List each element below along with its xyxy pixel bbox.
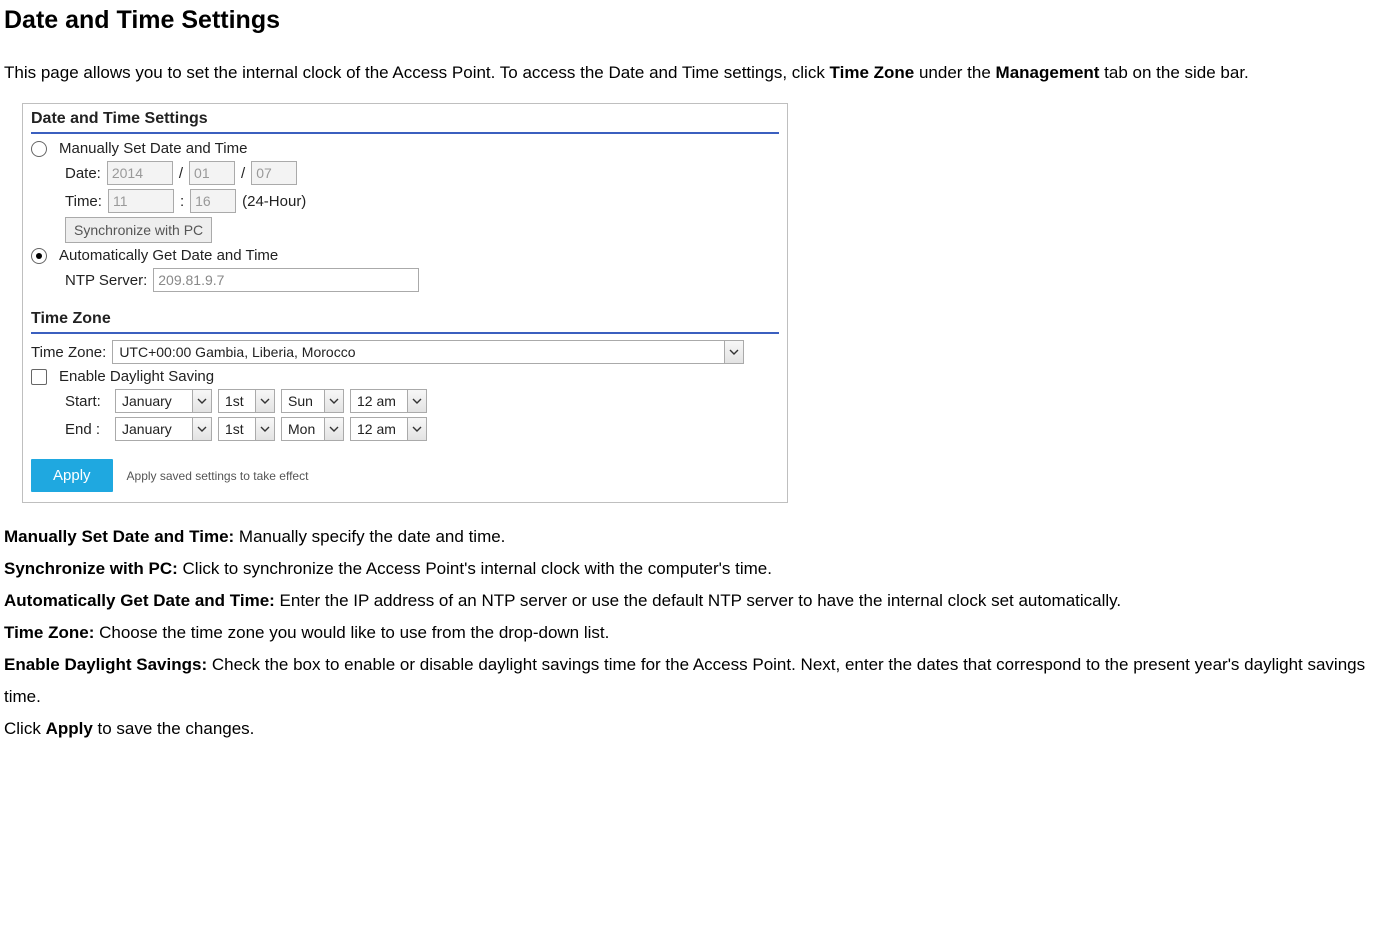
apply-button[interactable]: Apply (31, 459, 113, 492)
dst-start-hour-value: 12 am (351, 393, 407, 409)
auto-mode-row[interactable]: Automatically Get Date and Time (31, 247, 779, 264)
time-min-field[interactable] (190, 189, 236, 213)
chevron-down-icon (407, 418, 426, 440)
hour-note: (24-Hour) (242, 193, 306, 210)
chevron-down-icon (255, 390, 274, 412)
separator: / (241, 165, 245, 182)
intro-paragraph: This page allows you to set the internal… (4, 57, 1394, 89)
dst-end-hour-value: 12 am (351, 421, 407, 437)
sync-with-pc-button[interactable]: Synchronize with PC (65, 217, 212, 243)
chevron-down-icon (192, 418, 211, 440)
ntp-label: NTP Server: (65, 272, 147, 289)
dst-end-day-select[interactable]: 1st (218, 417, 275, 441)
desc-apply-term: Apply (46, 719, 93, 738)
intro-text-mid: under the (914, 63, 995, 82)
desc-auto-term: Automatically Get Date and Time: (4, 591, 275, 610)
dst-start-dow-value: Sun (282, 393, 324, 409)
section-date-time-heading: Date and Time Settings (31, 110, 779, 134)
dst-start-dow-select[interactable]: Sun (281, 389, 344, 413)
dst-checkbox[interactable] (31, 369, 47, 385)
dst-end-label: End : (65, 421, 109, 438)
tz-label: Time Zone: (31, 344, 106, 361)
manual-mode-row[interactable]: Manually Set Date and Time (31, 140, 779, 157)
desc-manual-term: Manually Set Date and Time: (4, 527, 234, 546)
intro-text-pre: This page allows you to set the internal… (4, 63, 830, 82)
dst-end-hour-select[interactable]: 12 am (350, 417, 427, 441)
auto-mode-label: Automatically Get Date and Time (59, 247, 278, 264)
ntp-row: NTP Server: (31, 268, 779, 292)
manual-mode-label: Manually Set Date and Time (59, 140, 247, 157)
chevron-down-icon (324, 418, 343, 440)
desc-sync: Synchronize with PC: Click to synchroniz… (4, 553, 1394, 585)
desc-dst-text: Check the box to enable or disable dayli… (4, 655, 1365, 706)
dst-label: Enable Daylight Saving (59, 368, 214, 385)
date-year-field[interactable] (107, 161, 173, 185)
desc-dst-term: Enable Daylight Savings: (4, 655, 207, 674)
desc-apply-pre: Click (4, 719, 46, 738)
descriptions: Manually Set Date and Time: Manually spe… (4, 521, 1394, 745)
sync-row: Synchronize with PC (31, 217, 779, 243)
desc-auto: Automatically Get Date and Time: Enter t… (4, 585, 1394, 617)
desc-apply-post: to save the changes. (93, 719, 255, 738)
chevron-down-icon (724, 341, 743, 363)
dst-start-hour-select[interactable]: 12 am (350, 389, 427, 413)
apply-row: Apply Apply saved settings to take effec… (31, 459, 779, 492)
dst-end-dow-select[interactable]: Mon (281, 417, 344, 441)
dst-start-day-select[interactable]: 1st (218, 389, 275, 413)
date-day-field[interactable] (251, 161, 297, 185)
dst-end-month-select[interactable]: January (115, 417, 212, 441)
dst-start-month-value: January (116, 393, 192, 409)
separator: / (179, 165, 183, 182)
date-label: Date: (65, 165, 101, 182)
intro-timezone-term: Time Zone (830, 63, 915, 82)
desc-auto-text: Enter the IP address of an NTP server or… (275, 591, 1121, 610)
radio-auto[interactable] (31, 248, 47, 264)
separator: : (180, 193, 184, 210)
desc-dst: Enable Daylight Savings: Check the box t… (4, 649, 1394, 713)
intro-management-term: Management (996, 63, 1100, 82)
chevron-down-icon (255, 418, 274, 440)
intro-text-post: tab on the side bar. (1099, 63, 1248, 82)
chevron-down-icon (407, 390, 426, 412)
timezone-select[interactable]: UTC+00:00 Gambia, Liberia, Morocco (112, 340, 744, 364)
apply-note: Apply saved settings to take effect (127, 469, 309, 483)
timezone-value: UTC+00:00 Gambia, Liberia, Morocco (113, 344, 724, 360)
desc-apply: Click Apply to save the changes. (4, 713, 1394, 745)
dst-start-row: Start: January 1st Sun 12 am (31, 389, 779, 413)
time-label: Time: (65, 193, 102, 210)
dst-end-month-value: January (116, 421, 192, 437)
desc-manual-text: Manually specify the date and time. (234, 527, 505, 546)
time-row: Time: : (24-Hour) (31, 189, 779, 213)
settings-panel-screenshot: Date and Time Settings Manually Set Date… (22, 103, 788, 503)
desc-sync-term: Synchronize with PC: (4, 559, 178, 578)
desc-sync-text: Click to synchronize the Access Point's … (178, 559, 772, 578)
ntp-server-field[interactable] (153, 268, 419, 292)
dst-start-month-select[interactable]: January (115, 389, 212, 413)
chevron-down-icon (192, 390, 211, 412)
section-timezone-heading: Time Zone (31, 310, 779, 334)
dst-end-row: End : January 1st Mon 12 am (31, 417, 779, 441)
dst-end-day-value: 1st (219, 421, 255, 437)
tz-row: Time Zone: UTC+00:00 Gambia, Liberia, Mo… (31, 340, 779, 364)
desc-tz: Time Zone: Choose the time zone you woul… (4, 617, 1394, 649)
chevron-down-icon (324, 390, 343, 412)
radio-manual[interactable] (31, 141, 47, 157)
dst-start-label: Start: (65, 393, 109, 410)
desc-tz-text: Choose the time zone you would like to u… (94, 623, 609, 642)
dst-end-dow-value: Mon (282, 421, 324, 437)
desc-tz-term: Time Zone: (4, 623, 94, 642)
desc-manual: Manually Set Date and Time: Manually spe… (4, 521, 1394, 553)
page-title: Date and Time Settings (4, 6, 1394, 35)
dst-row[interactable]: Enable Daylight Saving (31, 368, 779, 385)
dst-start-day-value: 1st (219, 393, 255, 409)
date-month-field[interactable] (189, 161, 235, 185)
date-row: Date: / / (31, 161, 779, 185)
time-hour-field[interactable] (108, 189, 174, 213)
